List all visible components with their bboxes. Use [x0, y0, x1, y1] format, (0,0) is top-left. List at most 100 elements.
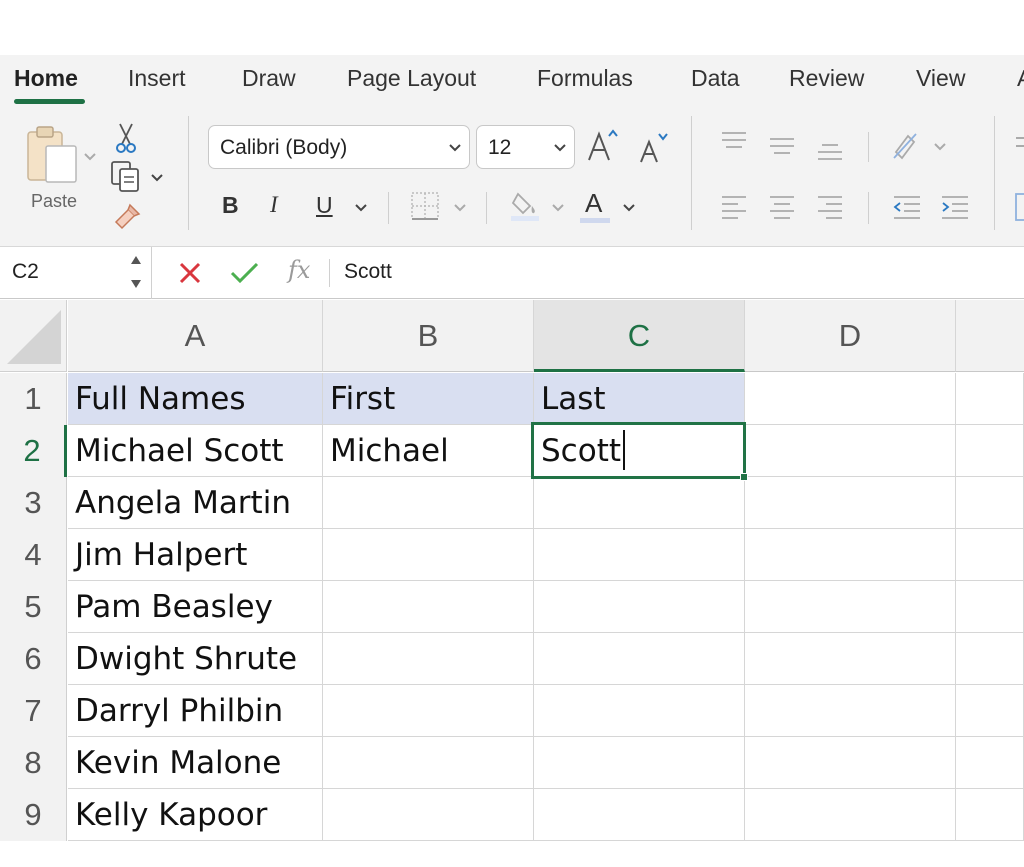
column-header-c[interactable]: C: [534, 300, 745, 372]
name-box[interactable]: C2: [0, 247, 152, 299]
column-header-b[interactable]: B: [323, 300, 534, 372]
cell-b8[interactable]: [323, 737, 534, 789]
tab-data[interactable]: Data: [691, 65, 740, 92]
cell-b9[interactable]: [323, 789, 534, 841]
name-box-stepper-icon[interactable]: [129, 254, 143, 290]
cell-d5[interactable]: [745, 581, 956, 633]
cell-c1[interactable]: Last: [534, 373, 745, 425]
cell-a6[interactable]: Dwight Shrute: [68, 633, 323, 685]
cell-c7[interactable]: [534, 685, 745, 737]
row-header-2[interactable]: 2: [0, 425, 67, 477]
cell-d9[interactable]: [745, 789, 956, 841]
cell-a1[interactable]: Full Names: [68, 373, 323, 425]
bold-button[interactable]: B: [222, 192, 239, 219]
chevron-down-icon[interactable]: [151, 173, 163, 183]
font-name-dropdown[interactable]: Calibri (Body): [208, 125, 470, 169]
cell-d1[interactable]: [745, 373, 956, 425]
cell-d2[interactable]: [745, 425, 956, 477]
row-header-9[interactable]: 9: [0, 789, 67, 841]
tab-review[interactable]: Review: [789, 65, 864, 92]
formula-input[interactable]: Scott: [344, 260, 392, 284]
cell-c6[interactable]: [534, 633, 745, 685]
decrease-indent-icon[interactable]: [892, 194, 922, 220]
align-middle-icon[interactable]: [768, 136, 796, 158]
cut-scissors-icon[interactable]: [114, 122, 138, 154]
cell-b3[interactable]: [323, 477, 534, 529]
tab-page-layout[interactable]: Page Layout: [347, 65, 476, 92]
cell-b5[interactable]: [323, 581, 534, 633]
increase-font-size-icon[interactable]: [586, 128, 620, 164]
cell-b4[interactable]: [323, 529, 534, 581]
align-right-icon[interactable]: [816, 194, 844, 220]
italic-button[interactable]: I: [270, 192, 278, 218]
format-painter-icon[interactable]: [112, 202, 142, 232]
tab-more[interactable]: A: [1017, 65, 1024, 92]
cell-e6[interactable]: [956, 633, 1024, 685]
merge-center-icon[interactable]: [1012, 192, 1024, 222]
cell-a7[interactable]: Darryl Philbin: [68, 685, 323, 737]
cell-c9[interactable]: [534, 789, 745, 841]
cell-a4[interactable]: Jim Halpert: [68, 529, 323, 581]
underline-button[interactable]: U: [316, 192, 333, 219]
column-header-d[interactable]: D: [745, 300, 956, 372]
wrap-text-icon[interactable]: [1012, 134, 1024, 174]
chevron-down-icon[interactable]: [454, 203, 466, 213]
cell-d7[interactable]: [745, 685, 956, 737]
tab-draw[interactable]: Draw: [242, 65, 296, 92]
copy-icon[interactable]: [110, 160, 142, 192]
cell-c5[interactable]: [534, 581, 745, 633]
font-color-button[interactable]: A: [585, 188, 602, 219]
cell-a5[interactable]: Pam Beasley: [68, 581, 323, 633]
font-size-dropdown[interactable]: 12: [476, 125, 575, 169]
confirm-entry-icon[interactable]: [230, 261, 260, 285]
chevron-down-icon[interactable]: [623, 203, 635, 213]
tab-home[interactable]: Home: [14, 65, 78, 92]
align-center-icon[interactable]: [768, 194, 796, 220]
insert-function-icon[interactable]: fx: [288, 256, 310, 284]
cell-e7[interactable]: [956, 685, 1024, 737]
align-top-icon[interactable]: [720, 130, 748, 152]
cell-c8[interactable]: [534, 737, 745, 789]
fill-color-bucket-icon[interactable]: [510, 188, 542, 222]
row-header-6[interactable]: 6: [0, 633, 67, 685]
decrease-font-size-icon[interactable]: [638, 130, 672, 166]
cell-d4[interactable]: [745, 529, 956, 581]
cell-b7[interactable]: [323, 685, 534, 737]
column-header-e[interactable]: [956, 300, 1024, 372]
cancel-entry-icon[interactable]: [178, 261, 202, 285]
cell-d6[interactable]: [745, 633, 956, 685]
cell-a8[interactable]: Kevin Malone: [68, 737, 323, 789]
row-header-4[interactable]: 4: [0, 529, 67, 581]
row-header-3[interactable]: 3: [0, 477, 67, 529]
tab-view[interactable]: View: [916, 65, 965, 92]
fill-handle[interactable]: [740, 473, 748, 481]
cell-a2[interactable]: Michael Scott: [68, 425, 323, 477]
cell-e1[interactable]: [956, 373, 1024, 425]
cell-c4[interactable]: [534, 529, 745, 581]
cell-e2[interactable]: [956, 425, 1024, 477]
row-header-8[interactable]: 8: [0, 737, 67, 789]
cell-b6[interactable]: [323, 633, 534, 685]
row-header-7[interactable]: 7: [0, 685, 67, 737]
select-all-corner[interactable]: [0, 300, 67, 372]
cell-b1[interactable]: First: [323, 373, 534, 425]
cell-d8[interactable]: [745, 737, 956, 789]
cell-e9[interactable]: [956, 789, 1024, 841]
row-header-5[interactable]: 5: [0, 581, 67, 633]
cell-e5[interactable]: [956, 581, 1024, 633]
chevron-down-icon[interactable]: [934, 142, 946, 152]
tab-formulas[interactable]: Formulas: [537, 65, 633, 92]
increase-indent-icon[interactable]: [940, 194, 970, 220]
align-bottom-icon[interactable]: [816, 142, 844, 164]
cell-e8[interactable]: [956, 737, 1024, 789]
text-orientation-icon[interactable]: [890, 128, 924, 162]
tab-insert[interactable]: Insert: [128, 65, 186, 92]
cell-a3[interactable]: Angela Martin: [68, 477, 323, 529]
align-left-icon[interactable]: [720, 194, 748, 220]
cell-a9[interactable]: Kelly Kapoor: [68, 789, 323, 841]
borders-icon[interactable]: [410, 191, 440, 221]
cell-d3[interactable]: [745, 477, 956, 529]
cell-c3[interactable]: [534, 477, 745, 529]
cell-e3[interactable]: [956, 477, 1024, 529]
cell-e4[interactable]: [956, 529, 1024, 581]
